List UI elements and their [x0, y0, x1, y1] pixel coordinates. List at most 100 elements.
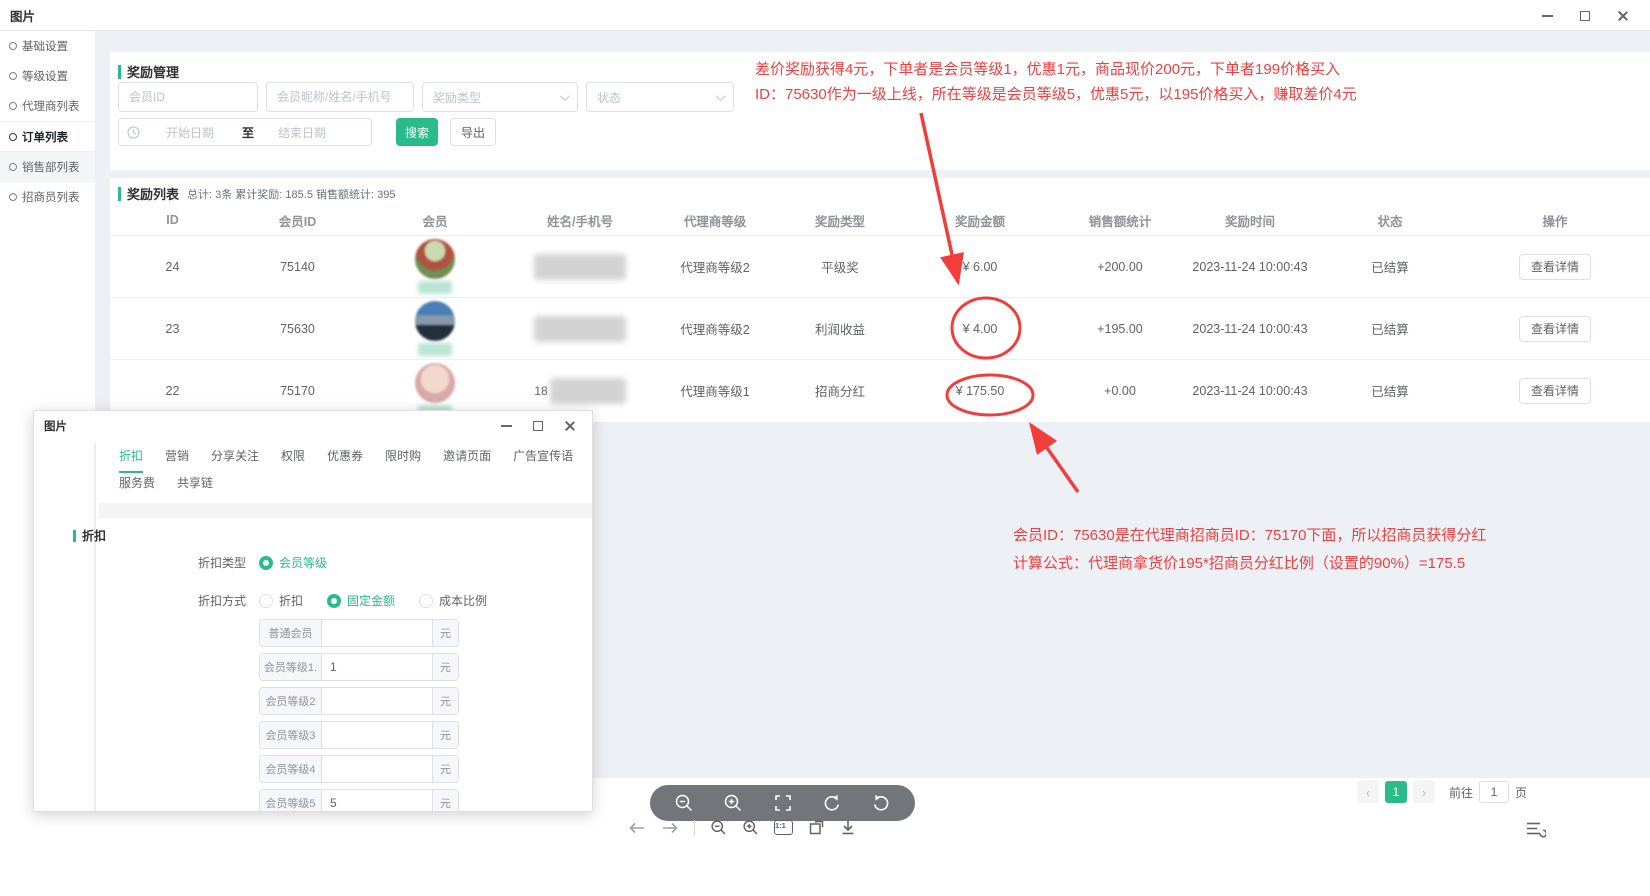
date-range-picker[interactable]: 开始日期 至 结束日期 [118, 118, 372, 146]
one-to-one-icon[interactable]: 1:1 [774, 820, 793, 835]
radio-discount[interactable] [259, 594, 273, 608]
list-icon[interactable] [1526, 820, 1546, 838]
view-detail-button[interactable]: 查看详情 [1519, 378, 1591, 404]
status-badge: 已结算 [1320, 319, 1460, 338]
level-amount-form: 普通会员元 会员等级1.元 会员等级2元 会员等级3元 会员等级4元 会员等级5… [259, 619, 459, 812]
amount-row-level1: 会员等级1.元 [259, 653, 459, 681]
window-title: 图片 [0, 6, 35, 25]
radio-member-level[interactable] [259, 556, 273, 570]
amount-row-level4: 会员等级4元 [259, 755, 459, 783]
amount-input[interactable] [322, 688, 432, 714]
maximize-icon[interactable] [1566, 0, 1604, 31]
tab-bar-row1: 折扣 营销 分享关注 权限 优惠券 限时购 邀请页面 广告宣传语 活动列表 [119, 447, 592, 473]
tab-coupon[interactable]: 优惠券 [327, 447, 363, 473]
minimize-icon[interactable] [490, 411, 522, 441]
table-header: ID 会员ID 会员 姓名/手机号 代理商等级 奖励类型 奖励金额 销售额统计 … [110, 205, 1650, 235]
arrow-left-icon[interactable] [628, 821, 646, 835]
avatar [415, 239, 455, 279]
tab-bar-row2: 服务费 共享链 [119, 474, 592, 500]
end-date-placeholder: 结束日期 [278, 124, 326, 141]
sidebar-item-basic-settings[interactable]: 基础设置 [0, 31, 95, 61]
prev-page-button[interactable]: ‹ [1357, 781, 1379, 803]
member-id-input[interactable] [118, 82, 258, 112]
annotation-top-line1: 差价奖励获得4元，下单者是会员等级1，优惠1元，商品现价200元，下单者199价… [755, 58, 1357, 83]
next-page-button[interactable]: › [1413, 781, 1435, 803]
annotation-top-line2: ID：75630作为一级上线，所在等级是会员等级5，优惠5元，以195价格买入，… [755, 83, 1357, 108]
current-page-button[interactable]: 1 [1385, 781, 1407, 803]
arrow-right-icon[interactable] [661, 821, 679, 835]
discount-settings-window: 图片 折扣 营销 分享关注 权限 优惠券 限时购 邀请页面 广告宣传语 活动列表… [33, 410, 593, 812]
list-card: 奖励列表 总计: 3条 累计奖励: 185.5 销售额统计: 395 ID 会员… [110, 178, 1650, 422]
amount-input[interactable] [322, 654, 432, 680]
view-detail-button[interactable]: 查看详情 [1519, 254, 1591, 280]
member-name-input[interactable] [266, 82, 414, 112]
tab-share-chain[interactable]: 共享链 [177, 474, 213, 500]
green-bar-icon [118, 65, 121, 79]
radio-circle-icon [9, 42, 17, 50]
zoom-out-icon[interactable] [710, 819, 727, 836]
minimize-icon[interactable] [1528, 0, 1566, 31]
image-viewer-toolbar [650, 785, 915, 821]
tab-permissions[interactable]: 权限 [281, 447, 305, 473]
rotate-icon[interactable] [808, 819, 825, 836]
close-icon[interactable] [1604, 0, 1642, 31]
tab-marketing[interactable]: 营销 [165, 447, 189, 473]
table-row: 24 75140 代理商等级2 平级奖 ¥ 6.00 +200.00 2023-… [110, 235, 1650, 297]
radio-fixed-amount-state [327, 594, 341, 608]
tab-share-follow[interactable]: 分享关注 [211, 447, 259, 473]
inner-window-controls [490, 411, 586, 441]
tab-service-fee[interactable]: 服务费 [119, 474, 155, 500]
sidebar-item-level-settings[interactable]: 等级设置 [0, 61, 95, 91]
annotation-bottom: 会员ID：75630是在代理商招商员ID：75170下面，所以招商员获得分红 计… [1013, 522, 1486, 578]
avatar [415, 363, 455, 403]
pagination: ‹ 1 › 前往 页 [1357, 781, 1527, 803]
goto-page-input[interactable] [1479, 781, 1509, 803]
zoom-in-icon[interactable] [742, 819, 759, 836]
member-cell [360, 301, 510, 356]
blurred-tag [418, 343, 452, 356]
zoom-in-icon[interactable] [723, 793, 743, 813]
tab-invite-page[interactable]: 邀请页面 [443, 447, 491, 473]
zoom-out-icon[interactable] [674, 793, 694, 813]
list-title: 奖励列表 [127, 184, 179, 203]
name-cell [510, 316, 650, 342]
name-cell: 18 [510, 378, 650, 404]
status-select[interactable]: 状态 [586, 82, 734, 112]
fullscreen-icon[interactable] [773, 793, 793, 813]
sidebar-item-agent-list[interactable]: 代理商列表 [0, 91, 95, 121]
view-detail-button[interactable]: 查看详情 [1519, 316, 1591, 342]
avatar [415, 301, 455, 341]
maximize-icon[interactable] [522, 411, 554, 441]
tab-flash-sale[interactable]: 限时购 [385, 447, 421, 473]
tab-discount[interactable]: 折扣 [119, 447, 143, 473]
list-title-row: 奖励列表 总计: 3条 累计奖励: 185.5 销售额统计: 395 [110, 184, 1650, 203]
download-icon[interactable] [840, 819, 856, 836]
search-button[interactable]: 搜索 [396, 118, 438, 146]
amount-input[interactable] [322, 620, 432, 646]
amount-row-level3: 会员等级3元 [259, 721, 459, 749]
radio-cost-ratio[interactable] [419, 594, 433, 608]
amount-input[interactable] [322, 756, 432, 782]
divider-band [99, 503, 592, 518]
sidebar-item-sales-list[interactable]: 销售部列表 [0, 151, 95, 181]
export-button[interactable]: 导出 [450, 118, 496, 146]
sidebar-item-recruiter-list[interactable]: 招商员列表 [0, 181, 95, 211]
radio-circle-icon [9, 72, 17, 80]
radio-circle-icon [9, 193, 17, 201]
blurred-name [534, 254, 626, 280]
window-titlebar: 图片 [0, 0, 1650, 31]
sidebar-item-order-list[interactable]: 订单列表 [0, 121, 95, 151]
close-icon[interactable] [554, 411, 586, 441]
date-to-label: 至 [242, 124, 254, 141]
amount-input[interactable] [322, 790, 432, 812]
tab-ad-slogan[interactable]: 广告宣传语 [513, 447, 573, 473]
blurred-name [550, 378, 626, 404]
divider [94, 443, 96, 811]
clock-icon [127, 126, 140, 139]
reward-type-select[interactable]: 奖励类型 [422, 82, 578, 112]
annotation-top: 差价奖励获得4元，下单者是会员等级1，优惠1元，商品现价200元，下单者199价… [755, 58, 1357, 107]
discount-section-title: 折扣 [73, 527, 106, 544]
amount-input[interactable] [322, 722, 432, 748]
rotate-right-icon[interactable] [871, 793, 891, 813]
rotate-left-icon[interactable] [822, 793, 842, 813]
